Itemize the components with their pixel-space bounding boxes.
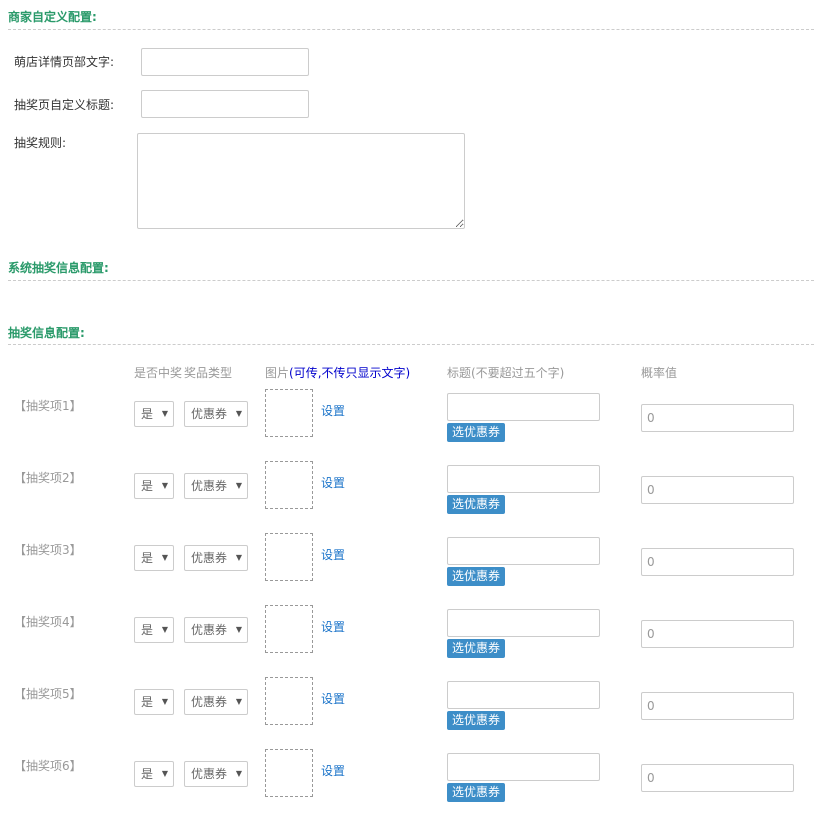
- image-placeholder[interactable]: [265, 605, 313, 653]
- lottery-config-title: 抽奖信息配置:: [8, 326, 85, 340]
- probability-input[interactable]: [641, 476, 794, 504]
- lottery-item-row: 【抽奖项5】 是 ▼ 优惠券 ▼ 设置 选优惠券: [0, 677, 814, 749]
- lottery-title-input[interactable]: [141, 90, 309, 118]
- prize-type-select[interactable]: 优惠券 ▼: [184, 689, 248, 715]
- header-image-label: 图片: [265, 366, 290, 380]
- prize-type-select[interactable]: 优惠券 ▼: [184, 401, 248, 427]
- probability-input[interactable]: [641, 548, 794, 576]
- pick-coupon-button[interactable]: 选优惠券: [447, 639, 506, 658]
- shop-header-label: 萌店详情页部文字:: [14, 55, 115, 69]
- header-title: 标题(不要超过五个字): [447, 366, 565, 380]
- image-placeholder[interactable]: [265, 677, 313, 725]
- title-input[interactable]: [447, 681, 600, 709]
- prize-type-value: 优惠券: [191, 767, 228, 781]
- chevron-down-icon: ▼: [161, 481, 168, 490]
- divider: [8, 280, 814, 281]
- chevron-down-icon: ▼: [235, 697, 242, 706]
- image-placeholder[interactable]: [265, 533, 313, 581]
- prize-type-select[interactable]: 优惠券 ▼: [184, 761, 248, 787]
- win-select-value: 是: [141, 623, 154, 637]
- set-image-link[interactable]: 设置: [321, 546, 345, 563]
- win-select[interactable]: 是 ▼: [134, 401, 174, 427]
- pick-coupon-button[interactable]: 选优惠券: [447, 495, 506, 514]
- lottery-item-row: 【抽奖项4】 是 ▼ 优惠券 ▼ 设置 选优惠券: [0, 605, 814, 677]
- lottery-item-row: 【抽奖项6】 是 ▼ 优惠券 ▼ 设置 选优惠券: [0, 749, 814, 821]
- win-select[interactable]: 是 ▼: [134, 689, 174, 715]
- prize-type-value: 优惠券: [191, 623, 228, 637]
- win-select-value: 是: [141, 407, 154, 421]
- set-image-link[interactable]: 设置: [321, 618, 345, 635]
- set-image-link[interactable]: 设置: [321, 690, 345, 707]
- lottery-item-row: 【抽奖项3】 是 ▼ 优惠券 ▼ 设置 选优惠券: [0, 533, 814, 605]
- title-input[interactable]: [447, 393, 600, 421]
- pick-coupon-button[interactable]: 选优惠券: [447, 783, 506, 802]
- lottery-item-label: 【抽奖项5】: [14, 687, 82, 701]
- chevron-down-icon: ▼: [161, 769, 168, 778]
- lottery-item-label: 【抽奖项6】: [14, 759, 82, 773]
- title-input[interactable]: [447, 609, 600, 637]
- prize-type-select[interactable]: 优惠券 ▼: [184, 617, 248, 643]
- win-select[interactable]: 是 ▼: [134, 617, 174, 643]
- chevron-down-icon: ▼: [161, 625, 168, 634]
- set-image-link[interactable]: 设置: [321, 762, 345, 779]
- divider: [8, 344, 814, 345]
- image-placeholder[interactable]: [265, 389, 313, 437]
- set-image-link[interactable]: 设置: [321, 402, 345, 419]
- probability-input[interactable]: [641, 764, 794, 792]
- chevron-down-icon: ▼: [235, 553, 242, 562]
- lottery-item-label: 【抽奖项2】: [14, 471, 82, 485]
- prize-type-value: 优惠券: [191, 551, 228, 565]
- rules-label: 抽奖规则:: [14, 136, 67, 150]
- chevron-down-icon: ▼: [161, 553, 168, 562]
- lottery-title-label: 抽奖页自定义标题:: [14, 98, 115, 112]
- title-input[interactable]: [447, 537, 600, 565]
- chevron-down-icon: ▼: [235, 769, 242, 778]
- win-select[interactable]: 是 ▼: [134, 761, 174, 787]
- prize-type-value: 优惠券: [191, 479, 228, 493]
- probability-input[interactable]: [641, 404, 794, 432]
- header-probability: 概率值: [641, 366, 678, 380]
- divider: [8, 29, 814, 30]
- set-image-link[interactable]: 设置: [321, 474, 345, 491]
- lottery-item-row: 【抽奖项1】 是 ▼ 优惠券 ▼ 设置 选优惠券: [0, 389, 814, 461]
- chevron-down-icon: ▼: [161, 697, 168, 706]
- lottery-item-label: 【抽奖项3】: [14, 543, 82, 557]
- chevron-down-icon: ▼: [235, 409, 242, 418]
- title-input[interactable]: [447, 753, 600, 781]
- chevron-down-icon: ▼: [161, 409, 168, 418]
- probability-input[interactable]: [641, 692, 794, 720]
- header-image: 图片(可传,不传只显示文字): [265, 364, 410, 381]
- image-placeholder[interactable]: [265, 749, 313, 797]
- chevron-down-icon: ▼: [235, 625, 242, 634]
- win-select-value: 是: [141, 479, 154, 493]
- chevron-down-icon: ▼: [235, 481, 242, 490]
- shop-header-input[interactable]: [141, 48, 309, 76]
- merchant-config-title: 商家自定义配置:: [8, 10, 97, 24]
- win-select-value: 是: [141, 551, 154, 565]
- prize-type-value: 优惠券: [191, 695, 228, 709]
- prize-type-select[interactable]: 优惠券 ▼: [184, 545, 248, 571]
- rules-textarea[interactable]: [137, 133, 465, 229]
- prize-type-select[interactable]: 优惠券 ▼: [184, 473, 248, 499]
- header-win: 是否中奖: [134, 366, 183, 380]
- image-placeholder[interactable]: [265, 461, 313, 509]
- pick-coupon-button[interactable]: 选优惠券: [447, 711, 506, 730]
- lottery-item-label: 【抽奖项4】: [14, 615, 82, 629]
- win-select[interactable]: 是 ▼: [134, 545, 174, 571]
- lottery-item-label: 【抽奖项1】: [14, 399, 82, 413]
- probability-input[interactable]: [641, 620, 794, 648]
- win-select-value: 是: [141, 767, 154, 781]
- header-prize-type: 奖品类型: [184, 366, 233, 380]
- prize-type-value: 优惠券: [191, 407, 228, 421]
- pick-coupon-button[interactable]: 选优惠券: [447, 423, 506, 442]
- win-select[interactable]: 是 ▼: [134, 473, 174, 499]
- pick-coupon-button[interactable]: 选优惠券: [447, 567, 506, 586]
- lottery-item-row: 【抽奖项2】 是 ▼ 优惠券 ▼ 设置 选优惠券: [0, 461, 814, 533]
- title-input[interactable]: [447, 465, 600, 493]
- system-config-title: 系统抽奖信息配置:: [8, 261, 109, 275]
- header-image-note: (可传,不传只显示文字): [289, 366, 411, 380]
- win-select-value: 是: [141, 695, 154, 709]
